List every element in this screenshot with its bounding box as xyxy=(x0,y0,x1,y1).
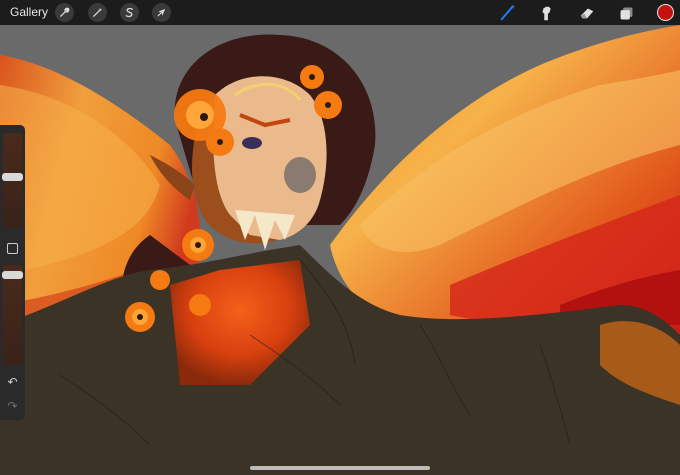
wrench-icon xyxy=(59,7,70,18)
left-sidebar: ↶ ↷ xyxy=(0,125,25,420)
top-toolbar: Gallery xyxy=(0,0,680,25)
undo-arrow-icon[interactable]: ↶ xyxy=(5,375,20,389)
drawing-canvas[interactable] xyxy=(0,25,680,475)
brush-icon xyxy=(499,4,517,22)
eraser-button[interactable] xyxy=(577,3,597,23)
adjustments-button[interactable] xyxy=(88,3,107,22)
home-indicator xyxy=(250,466,430,470)
redo-arrow-icon[interactable]: ↷ xyxy=(5,399,20,413)
brush-size-handle[interactable] xyxy=(2,173,23,181)
layers-button[interactable] xyxy=(616,3,636,23)
selection-s-icon xyxy=(124,7,135,18)
opacity-slider[interactable] xyxy=(3,265,22,365)
transform-button[interactable] xyxy=(152,3,171,22)
eraser-icon xyxy=(578,4,596,22)
square-modify-icon[interactable] xyxy=(7,243,18,254)
selection-button[interactable] xyxy=(120,3,139,22)
artwork xyxy=(0,25,680,475)
arrow-cursor-icon xyxy=(156,7,167,18)
color-picker-button[interactable] xyxy=(657,4,674,21)
layers-icon xyxy=(618,5,635,22)
opacity-handle[interactable] xyxy=(2,271,23,279)
gallery-button[interactable]: Gallery xyxy=(10,5,48,19)
smudge-icon xyxy=(538,4,556,22)
magic-wand-icon xyxy=(92,7,103,18)
smudge-button[interactable] xyxy=(537,3,557,23)
brush-button[interactable] xyxy=(498,3,518,23)
actions-button[interactable] xyxy=(55,3,74,22)
